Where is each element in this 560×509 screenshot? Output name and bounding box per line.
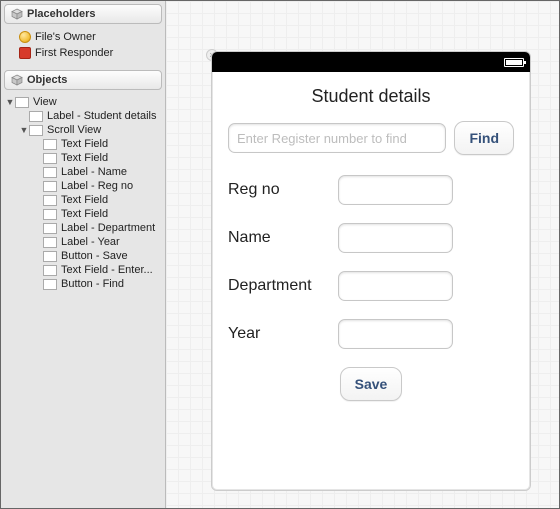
input-name[interactable] xyxy=(338,223,453,253)
object-icon xyxy=(15,97,29,108)
label-year: Year xyxy=(228,325,338,343)
disclosure-triangle-icon xyxy=(33,167,43,177)
input-year[interactable] xyxy=(338,319,453,349)
row-department: Department xyxy=(228,271,514,301)
disclosure-triangle-icon xyxy=(33,237,43,247)
row-year: Year xyxy=(228,319,514,349)
disclosure-triangle-icon[interactable]: ▼ xyxy=(5,97,15,107)
outline-sidebar: Placeholders File's Owner First Responde… xyxy=(1,1,166,508)
tree-row-label: View xyxy=(33,96,57,108)
disclosure-triangle-icon xyxy=(33,195,43,205)
battery-icon xyxy=(504,58,524,67)
object-icon xyxy=(43,181,57,192)
object-icon xyxy=(29,111,43,122)
placeholders-header: Placeholders xyxy=(4,4,162,24)
disclosure-triangle-icon xyxy=(33,265,43,275)
tree-row-label: Text Field xyxy=(61,152,108,164)
tree-row-label: Text Field xyxy=(61,208,108,220)
object-icon xyxy=(43,237,57,248)
status-bar xyxy=(212,52,530,72)
disclosure-triangle-icon xyxy=(19,111,29,121)
save-row: Save xyxy=(228,367,514,401)
input-regno[interactable] xyxy=(338,175,453,205)
search-row: Find xyxy=(228,121,514,155)
disclosure-triangle-icon xyxy=(33,139,43,149)
tree-row[interactable]: ▼ Scroll View xyxy=(1,123,165,137)
label-name: Name xyxy=(228,229,338,247)
object-icon xyxy=(43,139,57,150)
disclosure-triangle-icon xyxy=(33,251,43,261)
objects-header: Objects xyxy=(4,70,162,90)
tree-row-label: Text Field xyxy=(61,194,108,206)
tree-row-label: Label - Reg no xyxy=(61,180,133,192)
tree-row-label: Button - Save xyxy=(61,250,128,262)
tree-row-label: Label - Name xyxy=(61,166,127,178)
object-icon xyxy=(43,265,57,276)
disclosure-triangle-icon xyxy=(33,181,43,191)
placeholder-files-owner[interactable]: File's Owner xyxy=(1,29,165,45)
object-icon xyxy=(29,125,43,136)
objects-tree: ▼ View Label - Student details ▼ Scroll View… xyxy=(1,93,165,293)
row-name: Name xyxy=(228,223,514,253)
tree-row[interactable]: Button - Save xyxy=(1,249,165,263)
label-department: Department xyxy=(228,277,338,295)
owner-icon xyxy=(19,31,31,43)
tree-row[interactable]: Label - Name xyxy=(1,165,165,179)
object-icon xyxy=(43,209,57,220)
placeholder-first-responder[interactable]: First Responder xyxy=(1,45,165,61)
label-regno: Reg no xyxy=(228,181,338,199)
objects-header-label: Objects xyxy=(27,74,67,86)
search-input[interactable] xyxy=(228,123,446,153)
page-title: Student details xyxy=(228,86,514,107)
cube-icon xyxy=(11,74,23,86)
tree-row[interactable]: Button - Find xyxy=(1,277,165,291)
tree-row[interactable]: Text Field xyxy=(1,207,165,221)
tree-row[interactable]: ▼ View xyxy=(1,95,165,109)
tree-row[interactable]: Label - Student details xyxy=(1,109,165,123)
tree-row-label: Scroll View xyxy=(47,124,101,136)
placeholders-list: File's Owner First Responder xyxy=(1,27,165,67)
disclosure-triangle-icon xyxy=(33,223,43,233)
placeholders-header-label: Placeholders xyxy=(27,8,95,20)
save-button[interactable]: Save xyxy=(340,367,403,401)
tree-row-label: Button - Find xyxy=(61,278,124,290)
tree-row-label: Label - Department xyxy=(61,222,155,234)
object-icon xyxy=(43,153,57,164)
disclosure-triangle-icon xyxy=(33,153,43,163)
object-icon xyxy=(43,251,57,262)
tree-row[interactable]: Label - Year xyxy=(1,235,165,249)
tree-row[interactable]: Label - Department xyxy=(1,221,165,235)
object-icon xyxy=(43,195,57,206)
object-icon xyxy=(43,167,57,178)
app-view: Student details Find Reg no Name Departm… xyxy=(212,72,530,415)
tree-row[interactable]: Text Field xyxy=(1,151,165,165)
tree-row[interactable]: Text Field xyxy=(1,193,165,207)
input-department[interactable] xyxy=(338,271,453,301)
disclosure-triangle-icon xyxy=(33,279,43,289)
disclosure-triangle-icon xyxy=(33,209,43,219)
object-icon xyxy=(43,223,57,234)
cube-icon xyxy=(11,8,23,20)
row-regno: Reg no xyxy=(228,175,514,205)
placeholder-label: First Responder xyxy=(35,47,113,59)
canvas: × Student details Find Reg no Name Depar… xyxy=(166,1,559,508)
tree-row-label: Text Field - Enter... xyxy=(61,264,153,276)
device-frame: Student details Find Reg no Name Departm… xyxy=(211,51,531,491)
tree-row[interactable]: Text Field - Enter... xyxy=(1,263,165,277)
find-button[interactable]: Find xyxy=(454,121,514,155)
responder-icon xyxy=(19,47,31,59)
object-icon xyxy=(43,279,57,290)
placeholder-label: File's Owner xyxy=(35,31,96,43)
tree-row-label: Label - Student details xyxy=(47,110,156,122)
tree-row-label: Label - Year xyxy=(61,236,120,248)
tree-row-label: Text Field xyxy=(61,138,108,150)
tree-row[interactable]: Label - Reg no xyxy=(1,179,165,193)
tree-row[interactable]: Text Field xyxy=(1,137,165,151)
disclosure-triangle-icon[interactable]: ▼ xyxy=(19,125,29,135)
